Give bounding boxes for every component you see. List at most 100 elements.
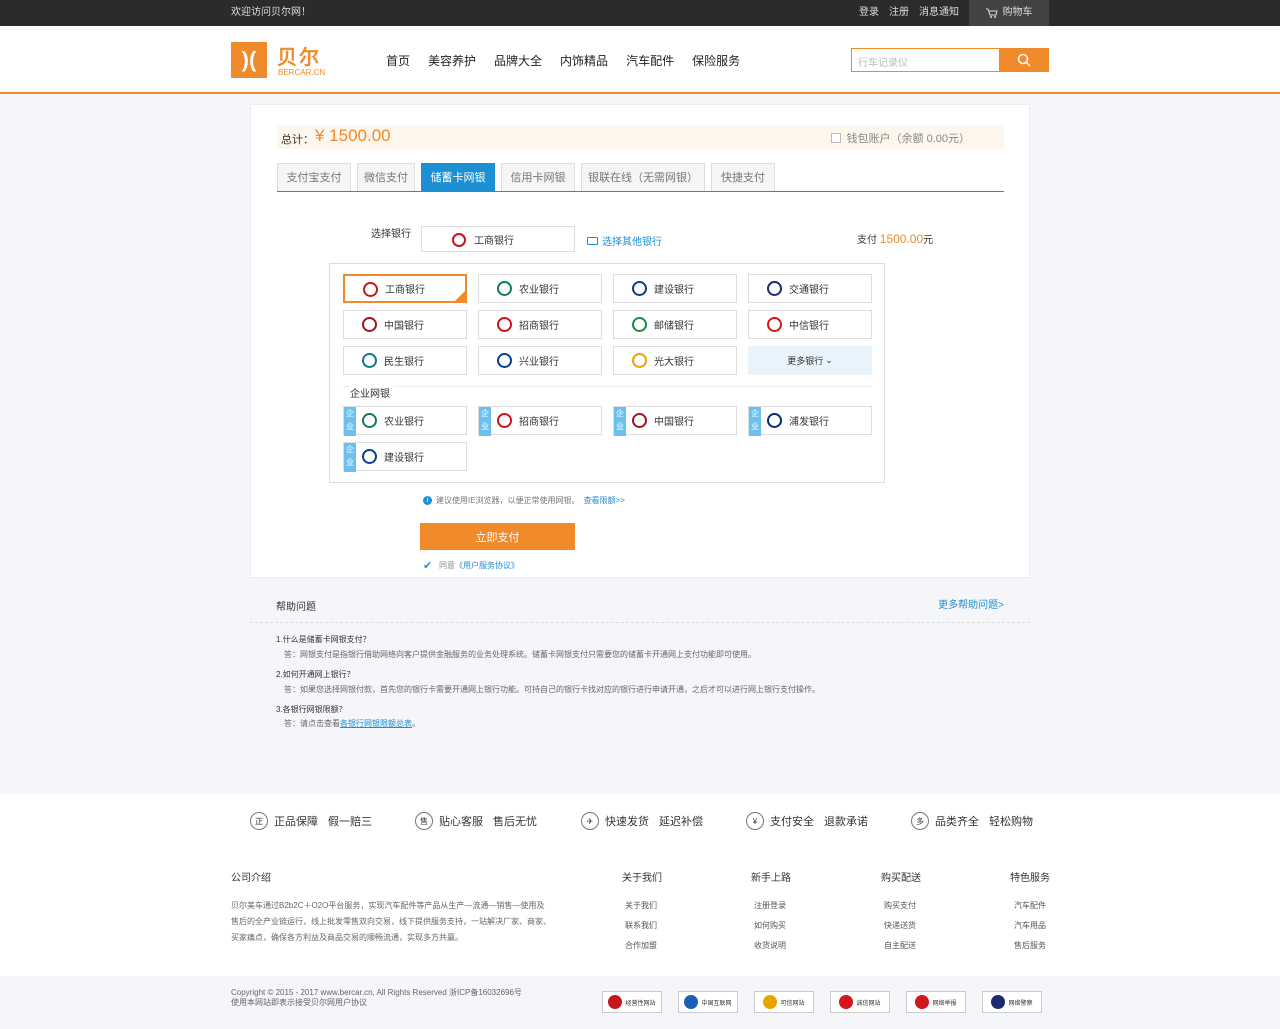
ent-bank-cmb[interactable]: 企业 招商银行 [478,406,602,436]
wallet-label: 钱包账户（余额 0.00元） [846,133,970,145]
pay-now-button[interactable]: 立即支付 [420,523,575,550]
citic-icon [767,317,782,332]
badge-trusted-site[interactable]: 可信网站 [754,991,814,1013]
bank-cib[interactable]: 兴业银行 [478,346,602,375]
cart-button[interactable]: 购物车 [969,0,1049,26]
bank-abc[interactable]: 农业银行 [478,274,602,303]
tab-quickpay[interactable]: 快捷支付 [711,163,775,191]
about-title: 公司介绍 [231,873,271,884]
footer-link[interactable]: 售后服务 [1014,940,1046,951]
logo-icon[interactable]: )( [231,42,267,78]
footer-link[interactable]: 关于我们 [625,900,657,911]
tab-credit-bank[interactable]: 信用卡网银 [501,163,575,191]
bank-psbc[interactable]: 邮储银行 [613,310,737,339]
bank-citic[interactable]: 中信银行 [748,310,872,339]
welcome-text: 欢迎访问贝尔网！ [231,7,311,18]
search-input[interactable]: 行车记录仪 [851,48,1049,72]
limit-link[interactable]: 查看限额>> [584,495,625,506]
pay-amount-display: 支付 1500.00元 [857,231,933,246]
bank-icbc[interactable]: 工商银行 [343,274,467,303]
more-help-link[interactable]: 更多帮助问题> [938,596,1004,611]
ent-bank-ccb[interactable]: 企业 建设银行 [343,442,467,472]
register-link[interactable]: 注册 [889,0,909,26]
tab-alipay[interactable]: 支付宝支付 [277,163,351,191]
agreement-link[interactable]: 《用户服务协议》 [455,560,519,571]
copyright-text: Copyright © 2015 - 2017 www.bercar.cn, A… [231,988,522,997]
footer-link[interactable]: 合作加盟 [625,940,657,951]
bank-ceb[interactable]: 光大银行 [613,346,737,375]
guarantee-item: 多品类齐全 轻松购物 [911,812,1033,830]
bank-cmbc[interactable]: 民生银行 [343,346,467,375]
bocom-icon [767,281,782,296]
boc-icon [632,413,647,428]
limit-table-link[interactable]: 各银行网银限额总表 [340,719,412,728]
selected-bank-box[interactable]: 工商银行 [421,226,575,252]
tab-unionpay[interactable]: 银联在线（无需网银） [581,163,705,191]
badge-internet-center[interactable]: 中国互联网 [678,991,738,1013]
cib-icon [497,353,512,368]
nav-beauty[interactable]: 美容养护 [428,52,476,69]
other-bank-link[interactable]: 选择其他银行 [587,233,662,248]
delivery-icon: ✈ [581,812,599,830]
badge-network-report[interactable]: 网络举报 [906,991,966,1013]
wallet-checkbox[interactable] [830,133,841,143]
footer-link[interactable]: 注册登录 [754,900,786,911]
agree-checkbox[interactable]: ✔ [423,560,433,571]
report-icon [684,995,699,1009]
footer-link[interactable]: 汽车配件 [1014,900,1046,911]
cart-label: 购物车 [1002,7,1033,18]
login-link[interactable]: 登录 [859,0,879,26]
nav-insurance[interactable]: 保险服务 [692,52,740,69]
more-banks-button[interactable]: 更多银行 ⌄ [748,346,872,375]
footer-link[interactable]: 汽车用品 [1014,920,1046,931]
bank-boc[interactable]: 中国银行 [343,310,467,339]
guarantee-item: ¥ 支付安全 退款承诺 [746,812,868,830]
footer-link[interactable]: 如何购买 [754,920,786,931]
copyright-bar: Copyright © 2015 - 2017 www.bercar.cn, A… [0,976,1280,1029]
badge-business-site[interactable]: 经营性网站 [602,991,662,1013]
badge-net-police[interactable]: 网络警察 [982,991,1042,1013]
footer-col-title: 新手上路 [751,873,791,884]
search-button[interactable] [999,48,1049,72]
ccb-icon [362,449,377,464]
nav-interior[interactable]: 内饰精品 [560,52,608,69]
nav-brands[interactable]: 品牌大全 [494,52,542,69]
footer-link[interactable]: 收货说明 [754,940,786,951]
footer-link[interactable]: 联系我们 [625,920,657,931]
info-icon: i [423,496,432,505]
ent-bank-abc[interactable]: 企业 农业银行 [343,406,467,436]
help-question: 3.各银行网银限额？ [276,705,347,714]
ent-bank-boc[interactable]: 企业 中国银行 [613,406,737,436]
footer-link[interactable]: 快递送货 [884,920,916,931]
payment-panel: 总计： ¥ 1500.00 钱包账户（余额 0.00元） 支付宝支付 微信支付 … [250,104,1030,578]
footer: 正正品保障 假一赔三 售贴心客服 售后无忧 ✈ 快速发货 延迟补偿 ¥ 支付安全 退款承诺 … [0,794,1280,976]
badge-credit-site[interactable]: 诚信网站 [830,991,890,1013]
guarantee-item: 售贴心客服 售后无忧 [415,812,537,830]
notifications-link[interactable]: 消息通知 [919,0,959,26]
cart-icon [985,8,998,18]
card-icon [587,236,598,245]
agreement-text: 使用本网站即表示接受贝尔网用户协议 [231,998,367,1007]
enterprise-tag: 企业 [344,407,356,436]
boc-icon [362,317,377,332]
icbc-icon [452,233,466,247]
bank-bocom[interactable]: 交通银行 [748,274,872,303]
bank-ccb[interactable]: 建设银行 [613,274,737,303]
logo-text[interactable]: 贝尔 [277,41,321,70]
footer-col-title: 特色服务 [1010,873,1050,884]
tab-wechat[interactable]: 微信支付 [357,163,415,191]
footer-link[interactable]: 购买支付 [884,900,916,911]
ent-bank-spdb[interactable]: 企业 浦发银行 [748,406,872,436]
nav-parts[interactable]: 汽车配件 [626,52,674,69]
agree-label: 同意 [439,561,455,570]
top-bar: 欢迎访问贝尔网！ 登录 注册 消息通知 购物车 [0,0,1280,26]
wallet-option[interactable]: 钱包账户（余额 0.00元） [830,130,970,146]
bank-cmb[interactable]: 招商银行 [478,310,602,339]
tab-debit-bank[interactable]: 储蓄卡网银 [421,163,495,191]
footer-link[interactable]: 自主配送 [884,940,916,951]
total-amount: ¥ 1500.00 [315,126,391,145]
help-question: 2.如何开通网上银行？ [276,670,355,679]
police-icon [991,995,1006,1009]
nav-home[interactable]: 首页 [386,52,410,69]
enterprise-tag: 企业 [749,407,761,436]
